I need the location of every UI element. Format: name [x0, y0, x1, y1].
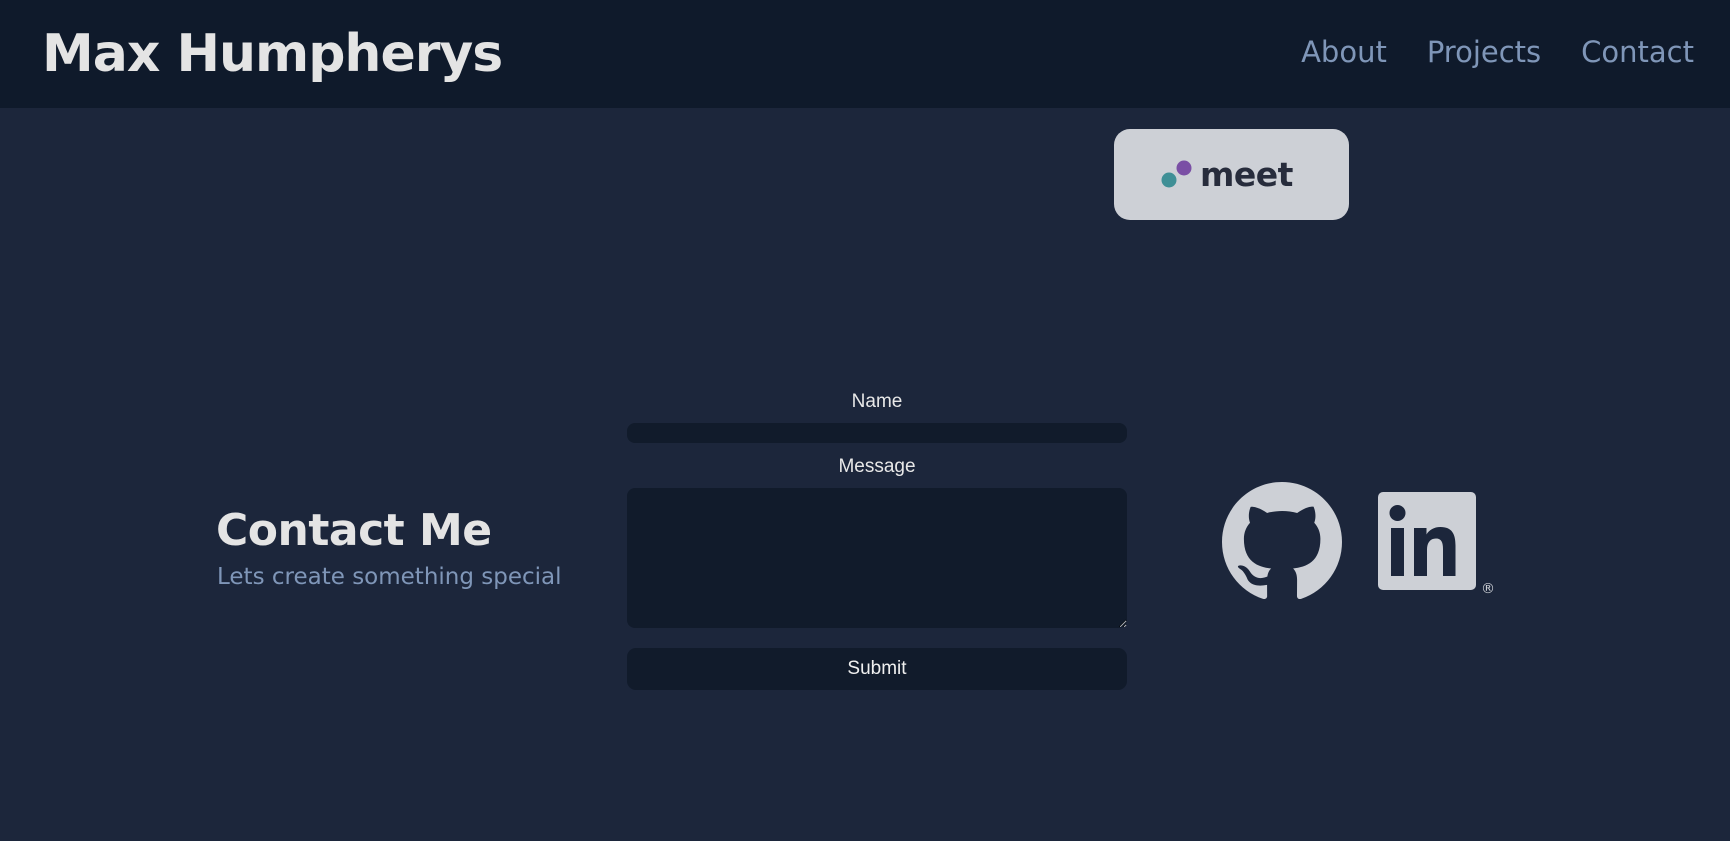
linkedin-link[interactable]: ®	[1378, 492, 1496, 597]
linkedin-icon: ®	[1378, 492, 1495, 597]
message-textarea[interactable]	[627, 488, 1127, 628]
github-icon	[1222, 482, 1342, 600]
nav-link-about[interactable]: About	[1301, 32, 1387, 72]
meet-scheduling-button[interactable]: meet	[1114, 129, 1349, 220]
message-label: Message	[838, 456, 916, 477]
submit-button[interactable]: Submit	[627, 648, 1127, 690]
name-input[interactable]	[627, 423, 1127, 443]
github-link[interactable]	[1222, 482, 1342, 602]
site-header: Max Humpherys About Projects Contact	[0, 0, 1730, 108]
nav-link-projects[interactable]: Projects	[1427, 32, 1541, 72]
main-nav: About Projects Contact	[1301, 32, 1694, 72]
name-label: Name	[851, 391, 903, 412]
meet-label: meet	[1200, 155, 1293, 194]
contact-subheading: Lets create something special	[217, 564, 562, 590]
site-title[interactable]: Max Humpherys	[42, 22, 503, 86]
registered-mark: ®	[1481, 581, 1495, 594]
contact-heading: Contact Me	[216, 505, 492, 556]
nav-link-contact[interactable]: Contact	[1581, 32, 1694, 72]
meet-logo-icon	[1161, 160, 1192, 187]
meet-logo: meet	[1160, 155, 1293, 194]
